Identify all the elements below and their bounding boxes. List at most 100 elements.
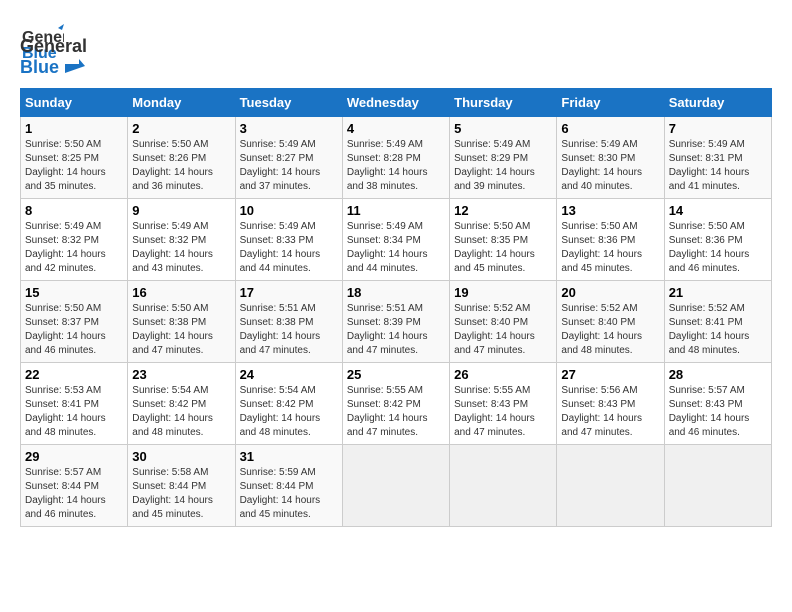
day-number: 5 [454,121,552,136]
calendar-cell: 28 Sunrise: 5:57 AMSunset: 8:43 PMDaylig… [664,363,771,445]
day-info: Sunrise: 5:57 AMSunset: 8:44 PMDaylight:… [25,467,106,520]
calendar-week-row: 8 Sunrise: 5:49 AMSunset: 8:32 PMDayligh… [21,199,772,281]
day-info: Sunrise: 5:50 AMSunset: 8:25 PMDaylight:… [25,139,106,192]
calendar-cell: 26 Sunrise: 5:55 AMSunset: 8:43 PMDaylig… [450,363,557,445]
calendar-week-row: 15 Sunrise: 5:50 AMSunset: 8:37 PMDaylig… [21,281,772,363]
day-number: 24 [240,367,338,382]
day-number: 10 [240,203,338,218]
day-info: Sunrise: 5:50 AMSunset: 8:35 PMDaylight:… [454,221,535,274]
weekday-header-monday: Monday [128,89,235,117]
calendar-cell: 8 Sunrise: 5:49 AMSunset: 8:32 PMDayligh… [21,199,128,281]
day-number: 13 [561,203,659,218]
calendar-cell: 18 Sunrise: 5:51 AMSunset: 8:39 PMDaylig… [342,281,449,363]
day-info: Sunrise: 5:55 AMSunset: 8:43 PMDaylight:… [454,385,535,438]
calendar-cell: 11 Sunrise: 5:49 AMSunset: 8:34 PMDaylig… [342,199,449,281]
calendar-week-row: 29 Sunrise: 5:57 AMSunset: 8:44 PMDaylig… [21,445,772,527]
day-info: Sunrise: 5:58 AMSunset: 8:44 PMDaylight:… [132,467,213,520]
calendar-cell: 3 Sunrise: 5:49 AMSunset: 8:27 PMDayligh… [235,117,342,199]
day-info: Sunrise: 5:50 AMSunset: 8:36 PMDaylight:… [669,221,750,274]
day-info: Sunrise: 5:49 AMSunset: 8:32 PMDaylight:… [25,221,106,274]
calendar-cell: 23 Sunrise: 5:54 AMSunset: 8:42 PMDaylig… [128,363,235,445]
calendar-cell: 14 Sunrise: 5:50 AMSunset: 8:36 PMDaylig… [664,199,771,281]
calendar-cell: 5 Sunrise: 5:49 AMSunset: 8:29 PMDayligh… [450,117,557,199]
day-info: Sunrise: 5:55 AMSunset: 8:42 PMDaylight:… [347,385,428,438]
calendar-cell: 29 Sunrise: 5:57 AMSunset: 8:44 PMDaylig… [21,445,128,527]
day-info: Sunrise: 5:54 AMSunset: 8:42 PMDaylight:… [132,385,213,438]
day-info: Sunrise: 5:49 AMSunset: 8:31 PMDaylight:… [669,139,750,192]
day-info: Sunrise: 5:52 AMSunset: 8:40 PMDaylight:… [454,303,535,356]
calendar-cell: 30 Sunrise: 5:58 AMSunset: 8:44 PMDaylig… [128,445,235,527]
day-info: Sunrise: 5:57 AMSunset: 8:43 PMDaylight:… [669,385,750,438]
day-info: Sunrise: 5:51 AMSunset: 8:38 PMDaylight:… [240,303,321,356]
calendar-cell: 4 Sunrise: 5:49 AMSunset: 8:28 PMDayligh… [342,117,449,199]
day-number: 30 [132,449,230,464]
calendar-cell: 31 Sunrise: 5:59 AMSunset: 8:44 PMDaylig… [235,445,342,527]
weekday-header-sunday: Sunday [21,89,128,117]
calendar-cell [557,445,664,527]
day-number: 16 [132,285,230,300]
logo-blue: Blue [20,57,59,77]
day-number: 14 [669,203,767,218]
logo-general: General [20,36,87,56]
weekday-header-tuesday: Tuesday [235,89,342,117]
logo-arrow-icon [65,59,85,78]
day-number: 27 [561,367,659,382]
day-info: Sunrise: 5:50 AMSunset: 8:26 PMDaylight:… [132,139,213,192]
day-number: 7 [669,121,767,136]
day-number: 1 [25,121,123,136]
day-number: 9 [132,203,230,218]
calendar-cell: 17 Sunrise: 5:51 AMSunset: 8:38 PMDaylig… [235,281,342,363]
day-number: 3 [240,121,338,136]
day-info: Sunrise: 5:49 AMSunset: 8:33 PMDaylight:… [240,221,321,274]
calendar-cell: 22 Sunrise: 5:53 AMSunset: 8:41 PMDaylig… [21,363,128,445]
calendar-cell: 20 Sunrise: 5:52 AMSunset: 8:40 PMDaylig… [557,281,664,363]
day-number: 31 [240,449,338,464]
calendar-cell: 15 Sunrise: 5:50 AMSunset: 8:37 PMDaylig… [21,281,128,363]
day-number: 23 [132,367,230,382]
weekday-header-saturday: Saturday [664,89,771,117]
day-number: 6 [561,121,659,136]
day-number: 26 [454,367,552,382]
day-info: Sunrise: 5:49 AMSunset: 8:28 PMDaylight:… [347,139,428,192]
calendar-cell: 6 Sunrise: 5:49 AMSunset: 8:30 PMDayligh… [557,117,664,199]
calendar-week-row: 22 Sunrise: 5:53 AMSunset: 8:41 PMDaylig… [21,363,772,445]
day-info: Sunrise: 5:50 AMSunset: 8:36 PMDaylight:… [561,221,642,274]
calendar-cell: 16 Sunrise: 5:50 AMSunset: 8:38 PMDaylig… [128,281,235,363]
day-number: 8 [25,203,123,218]
day-info: Sunrise: 5:54 AMSunset: 8:42 PMDaylight:… [240,385,321,438]
day-info: Sunrise: 5:50 AMSunset: 8:38 PMDaylight:… [132,303,213,356]
day-info: Sunrise: 5:56 AMSunset: 8:43 PMDaylight:… [561,385,642,438]
calendar-cell: 24 Sunrise: 5:54 AMSunset: 8:42 PMDaylig… [235,363,342,445]
day-number: 2 [132,121,230,136]
calendar-table: SundayMondayTuesdayWednesdayThursdayFrid… [20,88,772,527]
day-info: Sunrise: 5:49 AMSunset: 8:29 PMDaylight:… [454,139,535,192]
calendar-cell: 27 Sunrise: 5:56 AMSunset: 8:43 PMDaylig… [557,363,664,445]
day-number: 20 [561,285,659,300]
day-info: Sunrise: 5:59 AMSunset: 8:44 PMDaylight:… [240,467,321,520]
calendar-cell [342,445,449,527]
day-number: 29 [25,449,123,464]
day-info: Sunrise: 5:51 AMSunset: 8:39 PMDaylight:… [347,303,428,356]
calendar-body: 1 Sunrise: 5:50 AMSunset: 8:25 PMDayligh… [21,117,772,527]
calendar-cell: 12 Sunrise: 5:50 AMSunset: 8:35 PMDaylig… [450,199,557,281]
day-info: Sunrise: 5:49 AMSunset: 8:27 PMDaylight:… [240,139,321,192]
calendar-cell: 9 Sunrise: 5:49 AMSunset: 8:32 PMDayligh… [128,199,235,281]
day-number: 17 [240,285,338,300]
calendar-cell: 21 Sunrise: 5:52 AMSunset: 8:41 PMDaylig… [664,281,771,363]
calendar-cell: 1 Sunrise: 5:50 AMSunset: 8:25 PMDayligh… [21,117,128,199]
calendar-cell: 2 Sunrise: 5:50 AMSunset: 8:26 PMDayligh… [128,117,235,199]
calendar-cell: 25 Sunrise: 5:55 AMSunset: 8:42 PMDaylig… [342,363,449,445]
weekday-header-friday: Friday [557,89,664,117]
day-number: 25 [347,367,445,382]
calendar-cell: 10 Sunrise: 5:49 AMSunset: 8:33 PMDaylig… [235,199,342,281]
page-header: General Blue General Blue [20,20,772,78]
day-number: 21 [669,285,767,300]
day-info: Sunrise: 5:49 AMSunset: 8:32 PMDaylight:… [132,221,213,274]
day-info: Sunrise: 5:49 AMSunset: 8:30 PMDaylight:… [561,139,642,192]
logo: General Blue General Blue [20,20,87,78]
day-number: 19 [454,285,552,300]
day-info: Sunrise: 5:52 AMSunset: 8:40 PMDaylight:… [561,303,642,356]
day-number: 22 [25,367,123,382]
calendar-cell [664,445,771,527]
calendar-week-row: 1 Sunrise: 5:50 AMSunset: 8:25 PMDayligh… [21,117,772,199]
